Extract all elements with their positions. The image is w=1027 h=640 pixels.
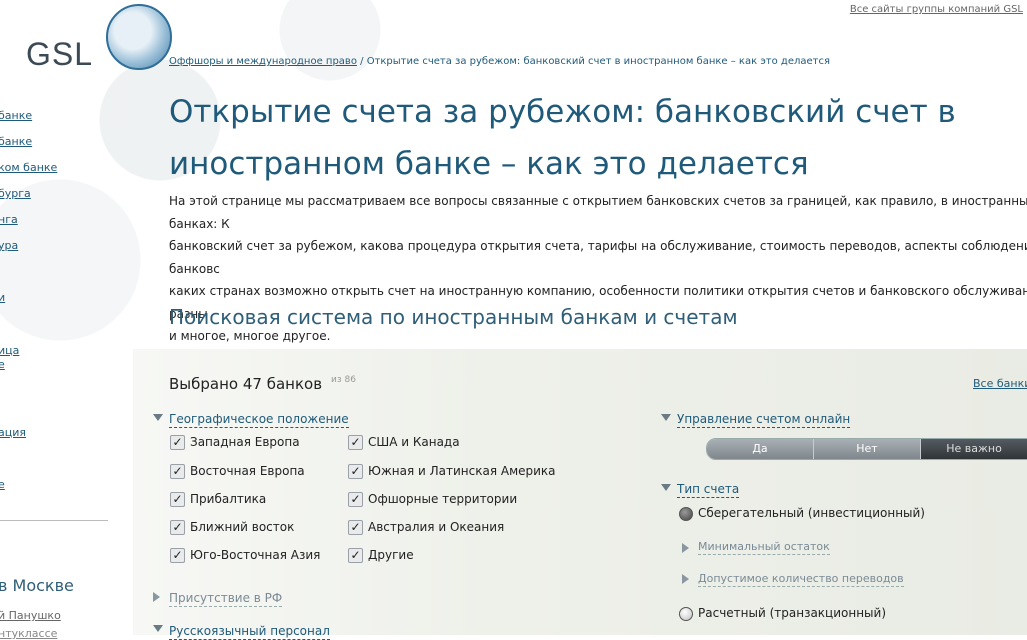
checkbox-label: Ближний восток	[190, 520, 295, 534]
all-group-sites-link[interactable]: Все сайты группы компаний GSL	[850, 4, 1023, 15]
sidebar-item[interactable]: банке	[0, 109, 32, 122]
checkbox-baltics[interactable]: ✓	[170, 492, 185, 507]
breadcrumb-separator: /	[360, 56, 364, 67]
radio-label: Расчетный (транзакционный)	[698, 606, 887, 620]
sidebar-item[interactable]: ура	[0, 239, 18, 252]
online-option-yes[interactable]: Да	[707, 439, 814, 459]
page-title: Открытие счета за рубежом: банковский сч…	[169, 94, 956, 182]
expand-triangle-icon[interactable]	[661, 414, 671, 421]
breadcrumb: Оффшоры и международное право / Открытие…	[169, 56, 830, 67]
expand-triangle-icon[interactable]	[661, 484, 671, 491]
account-type-filter-toggle[interactable]: Тип счета	[677, 482, 740, 498]
russian-staff-filter-toggle[interactable]: Русскоязычный персонал	[169, 624, 330, 640]
checkbox-western-europe[interactable]: ✓	[170, 435, 185, 450]
breadcrumb-parent-link[interactable]: Оффшоры и международное право	[169, 56, 357, 67]
expand-triangle-icon[interactable]	[153, 625, 163, 632]
checkbox-label: Австралия и Океания	[368, 520, 505, 534]
radio-label: Сберегательный (инвестиционный)	[698, 506, 925, 520]
checkbox-middle-east[interactable]: ✓	[170, 520, 185, 535]
online-option-no[interactable]: Нет	[814, 439, 921, 459]
moscow-office-title: в Москве	[0, 576, 74, 595]
sidebar-item[interactable]: нга	[0, 213, 18, 226]
sidebar-item[interactable]: бурга	[0, 187, 31, 200]
checkbox-label: Другие	[368, 548, 414, 562]
checkbox-label: Офшорные территории	[368, 492, 518, 506]
checkbox-label: США и Канада	[368, 435, 460, 449]
checkbox-usa-canada[interactable]: ✓	[348, 435, 363, 450]
online-segmented-control: Да Нет Не важно	[706, 438, 1027, 460]
gsl-logo[interactable]: GSL	[26, 4, 176, 74]
collapse-triangle-icon[interactable]	[682, 543, 689, 553]
expand-triangle-icon[interactable]	[153, 414, 163, 421]
logo-medal-icon	[106, 4, 172, 70]
total-count: из 86	[331, 375, 356, 385]
checkbox-label: Юго-Восточная Азия	[190, 548, 321, 562]
all-banks-link[interactable]: Все банки	[973, 377, 1027, 390]
sidebar-item[interactable]: и	[0, 291, 5, 304]
checkbox-australia-oceania[interactable]: ✓	[348, 520, 363, 535]
breadcrumb-current: Открытие счета за рубежом: банковский сч…	[366, 56, 831, 67]
online-option-any[interactable]: Не важно	[921, 439, 1027, 459]
checkbox-label: Восточная Европа	[190, 464, 305, 478]
sidebar-item[interactable]: е	[0, 478, 5, 491]
collapse-triangle-icon[interactable]	[153, 592, 160, 602]
checkbox-southeast-asia[interactable]: ✓	[170, 548, 185, 563]
sidebar-item[interactable]: ация	[0, 426, 26, 439]
sidebar-item[interactable]: банке	[0, 135, 32, 148]
presence-filter-toggle[interactable]: Присутствие в РФ	[169, 591, 283, 607]
sidebar-item[interactable]: ица	[0, 344, 19, 357]
online-filter-toggle[interactable]: Управление счетом онлайн	[677, 412, 851, 428]
sidebar-item[interactable]: е	[0, 358, 5, 371]
checkbox-eastern-europe[interactable]: ✓	[170, 464, 185, 479]
logo-text: GSL	[26, 36, 94, 72]
collapse-triangle-icon[interactable]	[682, 574, 689, 584]
sidebar-divider	[0, 520, 108, 521]
checkbox-latin-america[interactable]: ✓	[348, 464, 363, 479]
moscow-extra-link[interactable]: нтуклассе	[0, 627, 57, 640]
geo-filter-toggle[interactable]: Географическое положение	[169, 412, 349, 428]
radio-savings[interactable]	[679, 507, 693, 521]
checkbox-offshore[interactable]: ✓	[348, 492, 363, 507]
checkbox-label: Западная Европа	[190, 435, 300, 449]
transfers-toggle[interactable]: Допустимое количество переводов	[698, 572, 904, 587]
sidebar-item[interactable]: ком банке	[0, 161, 57, 174]
selected-count: Выбрано 47 банков	[169, 375, 323, 393]
checkbox-label: Южная и Латинская Америка	[368, 464, 556, 478]
min-balance-toggle[interactable]: Минимальный остаток	[698, 540, 830, 555]
moscow-contact-link[interactable]: й Панушко	[0, 609, 61, 622]
checkbox-other[interactable]: ✓	[348, 548, 363, 563]
radio-current[interactable]	[679, 607, 693, 621]
checkbox-label: Прибалтика	[190, 492, 267, 506]
search-heading: Поисковая система по иностранным банкам …	[169, 305, 738, 329]
